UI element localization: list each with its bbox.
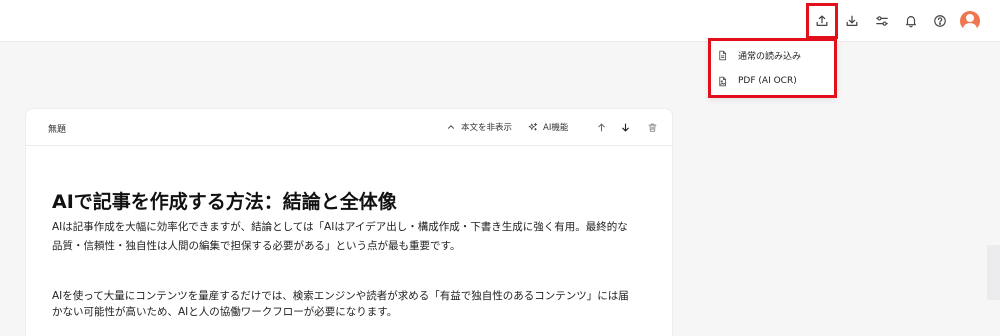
download-button[interactable] <box>840 9 864 33</box>
menu-item-label: PDF (AI OCR) <box>738 76 797 86</box>
move-down-button[interactable] <box>618 120 632 134</box>
download-icon <box>846 15 858 26</box>
help-button[interactable] <box>928 9 952 33</box>
menu-item-label: 通常の読み込み <box>738 51 802 62</box>
card-title[interactable]: 無題 <box>48 122 66 135</box>
sparkle-icon <box>528 122 538 131</box>
import-dropdown-menu: 通常の読み込み PDF (AI OCR) <box>708 38 837 98</box>
menu-item-pdf-ocr[interactable]: PDF (AI OCR) <box>717 70 835 92</box>
chevron-up-icon <box>448 125 454 129</box>
help-icon <box>934 15 946 27</box>
avatar[interactable] <box>960 11 980 31</box>
notifications-button[interactable] <box>899 9 923 33</box>
upload-button-highlight <box>806 3 838 39</box>
hide-body-button[interactable]: 本文を非表示 <box>446 121 512 133</box>
paragraph-1-line-2[interactable]: 品質・信頼性・独自性は人間の編集で担保する必要がある」という点が最も重要です。 <box>52 235 652 257</box>
arrow-up-icon <box>597 123 605 131</box>
arrow-down-icon <box>621 123 629 131</box>
document-icon <box>719 50 727 60</box>
move-up-button[interactable] <box>594 120 608 134</box>
document-heading[interactable]: AIで記事を作成する方法：結論と全体像 <box>52 187 397 214</box>
settings-button[interactable] <box>870 9 894 33</box>
image-file-icon <box>719 76 727 86</box>
trash-icon <box>648 123 656 132</box>
bell-icon <box>906 16 916 28</box>
ai-features-button[interactable]: AI機能 <box>528 121 568 133</box>
delete-button[interactable] <box>645 120 659 134</box>
avatar-body <box>963 23 977 31</box>
hide-body-label: 本文を非表示 <box>461 123 513 133</box>
avatar-head <box>966 14 974 22</box>
side-panel-edge <box>987 245 1000 300</box>
paragraph-2-line-2[interactable]: かない可能性が高いため、AIと人の協働ワークフローが必要になります。 <box>52 301 652 323</box>
top-bar <box>0 0 1000 42</box>
settings-sliders-icon <box>876 16 888 26</box>
ai-features-label: AI機能 <box>543 123 569 133</box>
card-header: 無題 本文を非表示 AI機能 <box>26 109 672 146</box>
menu-item-normal-import[interactable]: 通常の読み込み <box>717 44 835 66</box>
